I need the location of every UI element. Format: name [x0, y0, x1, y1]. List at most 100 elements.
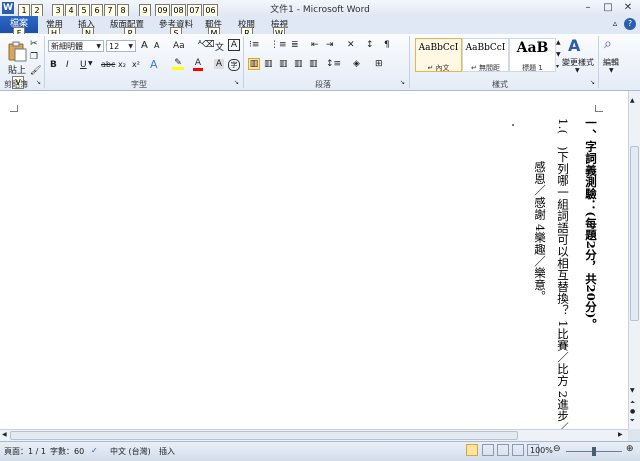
copy-icon[interactable]: ❐: [30, 52, 38, 62]
style-heading-1[interactable]: AaB 標題 1: [509, 38, 556, 72]
proofing-icon[interactable]: ✓: [91, 446, 98, 455]
borders-icon[interactable]: ⊞: [375, 59, 383, 69]
insert-mode-indicator[interactable]: 插入: [159, 446, 175, 457]
align-center-icon[interactable]: ▥: [264, 59, 273, 69]
ribbon-collapse-icon[interactable]: ▵: [610, 19, 620, 29]
styles-dialog-launcher[interactable]: ↘: [590, 79, 595, 86]
character-shading-icon[interactable]: A: [214, 59, 224, 69]
word-count[interactable]: 字數：60: [50, 446, 84, 457]
vertical-scrollbar[interactable]: ▲ ▼ ⏶ ● ⏷: [628, 91, 640, 429]
change-styles-icon[interactable]: A: [568, 36, 580, 55]
question-line-1: 1.( )下列哪一組詞語可以相互替換？ 1比賽／比方 2進步／: [556, 118, 570, 434]
italic-button[interactable]: I: [66, 60, 69, 70]
group-separator: [44, 36, 45, 88]
zoom-slider-thumb[interactable]: [592, 447, 596, 456]
font-dialog-launcher[interactable]: ↘: [234, 79, 239, 86]
sort-icon[interactable]: ↕: [366, 40, 374, 50]
font-size-value: 12: [109, 42, 120, 51]
multilevel-list-icon[interactable]: ≣: [291, 40, 299, 50]
paragraph-dialog-launcher[interactable]: ↘: [400, 79, 405, 86]
language-indicator[interactable]: 中文 (台灣): [110, 446, 151, 457]
enclose-characters-icon[interactable]: 字: [228, 59, 240, 71]
close-button[interactable]: ✕: [618, 1, 638, 14]
highlight-icon[interactable]: ✎: [172, 58, 184, 70]
zoom-in-button[interactable]: ⊕: [626, 444, 634, 454]
minimize-button[interactable]: –: [578, 1, 598, 14]
outline-view-icon[interactable]: [512, 444, 524, 456]
style-normal[interactable]: AaBbCcI ↵ 內文: [415, 38, 462, 72]
phonetic-guide-icon[interactable]: 文: [215, 40, 224, 53]
format-painter-icon[interactable]: 🖌: [30, 66, 41, 76]
web-layout-icon[interactable]: [497, 444, 509, 456]
page-count[interactable]: 頁面：1 / 1: [4, 446, 46, 457]
clear-formatting-icon[interactable]: ᴬ⌫: [198, 40, 215, 50]
horizontal-scrollbar[interactable]: ◀ ▶: [0, 429, 628, 441]
subscript-button[interactable]: x₂: [118, 60, 126, 69]
font-color-icon[interactable]: A: [193, 58, 203, 71]
zoom-level[interactable]: 100%: [530, 446, 553, 455]
paste-icon[interactable]: [6, 40, 28, 62]
vertical-scroll-thumb[interactable]: [630, 146, 639, 321]
browse-object-icon[interactable]: ●: [630, 408, 635, 415]
styles-scroll-up-icon[interactable]: ▲: [556, 39, 561, 46]
document-page[interactable]: 一、字詞義測驗：(每題2分，共20分)。 1.( )下列哪一組詞語可以相互替換？…: [0, 91, 628, 434]
line-spacing-icon[interactable]: ↕≡: [326, 59, 341, 69]
maximize-button[interactable]: □: [598, 1, 618, 14]
change-case-button[interactable]: Aa: [173, 41, 185, 51]
style-sample: AaBbCcI: [418, 43, 459, 53]
grow-font-button[interactable]: A: [141, 40, 148, 51]
align-top-icon[interactable]: ▥: [248, 58, 260, 70]
show-marks-icon[interactable]: ¶: [384, 40, 390, 50]
style-no-spacing[interactable]: AaBbCcI ↵ 無間距: [462, 38, 509, 72]
next-page-icon[interactable]: ⏷: [630, 417, 635, 425]
print-layout-view-icon[interactable]: [466, 444, 478, 456]
style-name: 標題 1: [522, 64, 543, 72]
question-heading: 一、字詞義測驗：(每題2分，共20分)。: [584, 117, 598, 331]
character-border-icon[interactable]: A: [228, 39, 240, 51]
previous-page-icon[interactable]: ⏶: [630, 399, 635, 407]
shading-icon[interactable]: ◈: [353, 59, 360, 69]
chevron-down-icon: ▼: [96, 43, 101, 50]
binoculars-icon[interactable]: ⌕: [604, 36, 612, 52]
text-effects-icon[interactable]: A: [150, 58, 158, 71]
distributed-icon[interactable]: ▥: [309, 59, 318, 69]
align-bottom-icon[interactable]: ▥: [279, 59, 288, 69]
justify-icon[interactable]: ▥: [294, 59, 303, 69]
font-name-combo[interactable]: 新細明體 ▼: [48, 40, 104, 52]
underline-button[interactable]: U: [80, 60, 87, 70]
styles-more-icon[interactable]: ▾: [556, 63, 559, 70]
full-screen-reading-icon[interactable]: [482, 444, 494, 456]
zoom-slider[interactable]: [566, 447, 622, 456]
font-size-combo[interactable]: 12 ▼: [106, 40, 136, 52]
numbering-icon[interactable]: ⋮≡: [270, 40, 287, 50]
chevron-down-icon[interactable]: ▼: [88, 60, 93, 67]
clipboard-dialog-launcher[interactable]: ↘: [36, 79, 41, 86]
increase-indent-icon[interactable]: ⇥: [326, 40, 334, 50]
scroll-right-arrow-icon[interactable]: ▶: [618, 431, 623, 438]
group-separator: [243, 36, 244, 88]
decrease-indent-icon[interactable]: ⇤: [311, 40, 319, 50]
scroll-up-arrow-icon[interactable]: ▲: [630, 97, 635, 104]
scroll-corner: [628, 429, 640, 441]
scroll-left-arrow-icon[interactable]: ◀: [2, 431, 7, 438]
superscript-button[interactable]: x²: [132, 60, 140, 69]
style-name: ↵ 內文: [427, 64, 450, 72]
question-line-2: 感恩／感謝 4樂趣／樂意。: [533, 161, 547, 303]
cut-icon[interactable]: ✂: [30, 39, 38, 49]
shrink-font-button[interactable]: A: [154, 41, 159, 50]
font-name-value: 新細明體: [51, 42, 83, 51]
zoom-out-button[interactable]: ⊖: [553, 444, 561, 454]
paste-button-label[interactable]: 貼上: [6, 63, 28, 76]
chinese-layout-icon[interactable]: ✕: [347, 40, 355, 50]
crop-mark: [596, 111, 603, 112]
group-label-paragraph: 段落: [315, 80, 331, 89]
bold-button[interactable]: B: [50, 60, 57, 70]
style-sample: AaBbCcI: [465, 43, 506, 53]
status-bar: 頁面：1 / 1 字數：60 ✓ 中文 (台灣) 插入 100% ⊖ ⊕: [0, 441, 640, 461]
help-icon[interactable]: ?: [624, 18, 636, 30]
horizontal-scroll-thumb[interactable]: [10, 431, 518, 440]
style-sample: AaB: [516, 40, 549, 56]
strikethrough-button[interactable]: abc: [101, 60, 115, 69]
scroll-down-arrow-icon[interactable]: ▼: [630, 387, 635, 394]
bullets-icon[interactable]: ⁝≡: [249, 40, 259, 50]
